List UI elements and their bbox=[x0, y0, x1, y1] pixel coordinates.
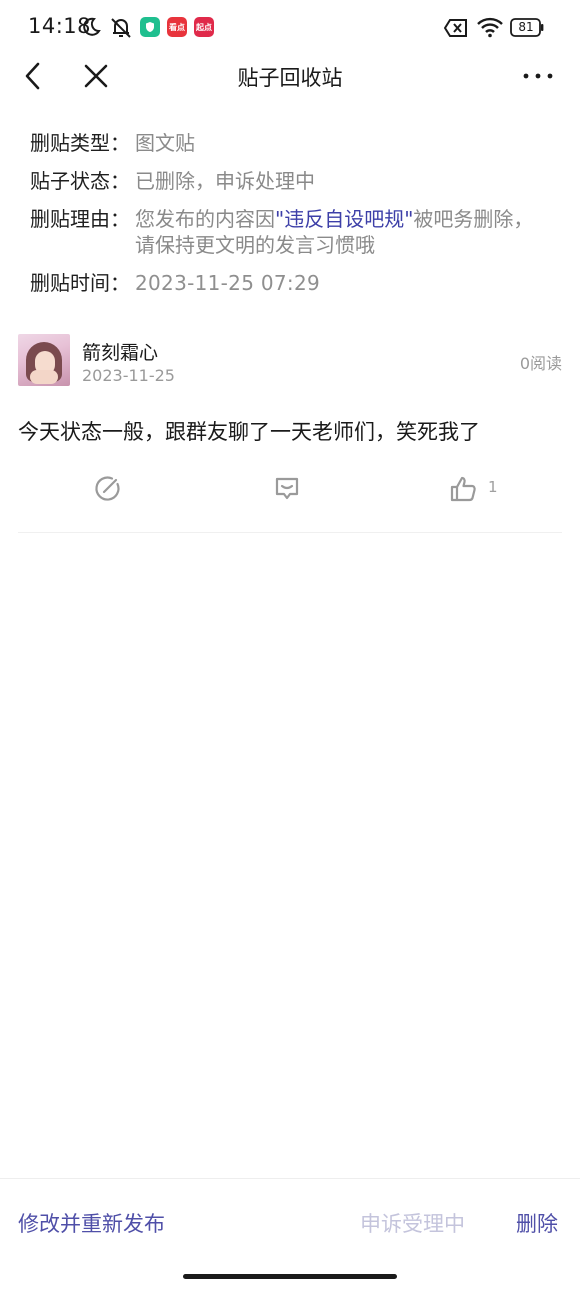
reason-suffix: 被吧务删除， bbox=[413, 207, 534, 231]
post-content[interactable]: 今天状态一般，跟群友聊了一天老师们，笑死我了 bbox=[18, 416, 480, 446]
like-icon[interactable] bbox=[448, 474, 478, 504]
post-divider bbox=[18, 532, 562, 533]
app-shield-icon bbox=[140, 17, 160, 37]
post-actions: 1 bbox=[0, 470, 580, 510]
info-row-type: 删贴类型： 图文贴 bbox=[30, 130, 560, 156]
reason-line2: 请保持更文明的发言习惯哦 bbox=[135, 233, 375, 257]
more-options-icon[interactable] bbox=[518, 62, 558, 90]
bell-muted-icon bbox=[108, 15, 134, 41]
wifi-icon bbox=[476, 16, 504, 38]
share-edit-icon[interactable] bbox=[92, 474, 122, 504]
nav-bar: 贴子回收站 bbox=[0, 48, 580, 104]
edit-republish-button[interactable]: 修改并重新发布 bbox=[18, 1208, 165, 1238]
type-label: 删贴类型： bbox=[30, 131, 130, 155]
reason-label: 删贴理由： bbox=[30, 207, 130, 231]
reason-value: 您发布的内容因"违反自设吧规"被吧务删除， 请保持更文明的发言习惯哦 bbox=[135, 206, 560, 258]
battery-level: 81 bbox=[518, 20, 534, 34]
app-qidian-icon: 起点 bbox=[194, 17, 214, 37]
app-kandian-icon: 看点 bbox=[167, 17, 187, 37]
sim-off-icon bbox=[444, 17, 470, 39]
reason-prefix: 您发布的内容因 bbox=[135, 207, 275, 231]
deletion-info: 删贴类型： 图文贴 贴子状态： 已删除，申诉处理中 删贴理由： 您发布的内容因"… bbox=[30, 130, 560, 308]
status-label: 贴子状态： bbox=[30, 169, 130, 193]
type-value: 图文贴 bbox=[135, 131, 195, 155]
username[interactable]: 箭刻霜心 bbox=[82, 338, 158, 365]
view-count: 0阅读 bbox=[519, 354, 562, 373]
home-indicator[interactable] bbox=[183, 1274, 397, 1279]
like-count: 1 bbox=[488, 478, 498, 496]
back-icon[interactable] bbox=[18, 60, 50, 92]
post-date: 2023-11-25 bbox=[82, 366, 175, 385]
comment-icon[interactable] bbox=[272, 474, 302, 504]
delete-button[interactable]: 删除 bbox=[516, 1208, 558, 1238]
time-value: 2023-11-25 07:29 bbox=[135, 271, 321, 295]
page-title: 贴子回收站 bbox=[237, 66, 343, 90]
reason-rule-link[interactable]: "违反自设吧规" bbox=[275, 207, 413, 231]
status-value: 已删除，申诉处理中 bbox=[135, 169, 315, 193]
info-row-status: 贴子状态： 已删除，申诉处理中 bbox=[30, 168, 560, 194]
battery-icon: 81 bbox=[510, 18, 544, 38]
bottom-divider bbox=[0, 1178, 580, 1179]
avatar[interactable] bbox=[18, 334, 70, 386]
info-row-reason: 删贴理由： 您发布的内容因"违反自设吧规"被吧务删除， 请保持更文明的发言习惯哦 bbox=[30, 206, 560, 258]
moon-icon bbox=[80, 16, 102, 38]
appeal-status-button: 申诉受理中 bbox=[360, 1212, 465, 1236]
info-row-time: 删贴时间： 2023-11-25 07:29 bbox=[30, 270, 560, 296]
time-label: 删贴时间： bbox=[30, 271, 130, 295]
close-icon[interactable] bbox=[80, 60, 112, 92]
page: 14:18 看点 起点 81 贴子回收站 删贴类型： 图文贴 贴子状态： 已删除… bbox=[0, 0, 580, 1289]
